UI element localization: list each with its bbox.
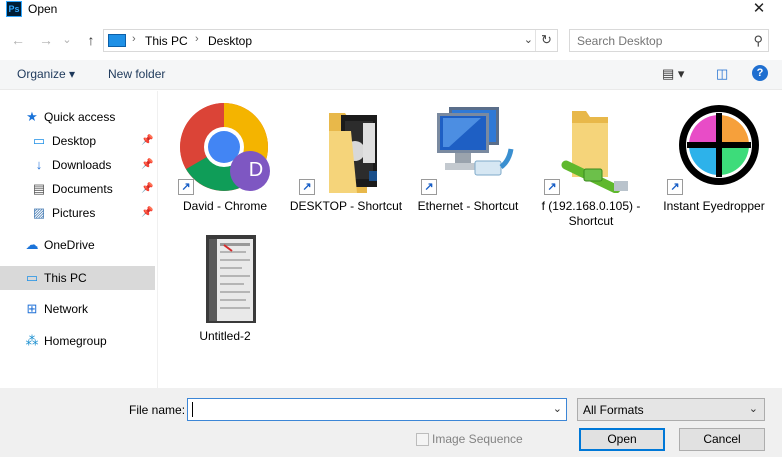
close-button[interactable]: ✕: [736, 0, 782, 20]
shortcut-arrow-icon: ↗: [421, 179, 437, 195]
file-name-input[interactable]: [188, 399, 543, 420]
cancel-button[interactable]: Cancel: [679, 428, 765, 451]
shortcut-arrow-icon: ↗: [178, 179, 194, 195]
file-name: Untitled-2: [199, 329, 251, 343]
star-icon: ★: [26, 109, 38, 124]
sidebar-item-label: Homegroup: [44, 334, 107, 348]
file-item-instant-eyedropper[interactable]: ↗ Instant Eyedropper: [655, 95, 773, 223]
file-name-field[interactable]: ⌄: [187, 398, 567, 421]
new-folder-button[interactable]: New folder: [108, 67, 165, 81]
avatar: D: [248, 159, 264, 181]
photoshop-icon: Ps: [6, 1, 22, 17]
window-title: Open: [28, 2, 58, 16]
dialog-footer: File name: ⌄ All Formats ⌄ Image Sequenc…: [0, 388, 782, 457]
file-name: Ethernet - Shortcut: [417, 199, 519, 213]
navigation-bar: ← → ⌄ ↑ › This PC › Desktop ⌄ ↻ ⚲: [0, 24, 782, 58]
file-name: f (192.168.0.105) - Shortcut: [541, 199, 641, 228]
file-item-desktop-shortcut[interactable]: ↗ DESKTOP - Shortcut: [287, 95, 405, 223]
sidebar-item-label: Pictures: [52, 206, 96, 220]
recent-locations-button[interactable]: ⌄: [60, 30, 74, 50]
sidebar-item-label: Network: [44, 302, 89, 316]
file-item-ethernet-shortcut[interactable]: ↗ Ethernet - Shortcut: [409, 95, 527, 223]
file-item-david-chrome[interactable]: D ↗ David - Chrome: [166, 95, 284, 223]
file-list: D ↗ David - Chrome ↗ DESKTOP - Shortcut: [159, 91, 782, 388]
shortcut-arrow-icon: ↗: [544, 179, 560, 195]
sidebar-item-label: This PC: [44, 271, 87, 285]
search-icon[interactable]: ⚲: [753, 33, 763, 49]
search-box[interactable]: ⚲: [569, 29, 769, 52]
navigation-pane: ★ Quick access ▭ Desktop 📌 ↓ Downloads 📌…: [0, 91, 158, 388]
pin-icon[interactable]: 📌: [141, 135, 153, 146]
sidebar-item-pictures[interactable]: ▨ Pictures 📌: [0, 201, 155, 225]
chevron-down-icon[interactable]: ⌄: [524, 33, 533, 46]
sidebar-item-label: Documents: [52, 182, 113, 196]
file-name: Instant Eyedropper: [663, 199, 765, 213]
search-input[interactable]: [570, 30, 745, 51]
command-toolbar: Organize ▾ New folder ▤ ▾ ◫ ?: [0, 60, 782, 90]
sidebar-item-label: OneDrive: [44, 238, 95, 252]
download-icon: ↓: [35, 157, 43, 172]
file-format-select[interactable]: All Formats ⌄: [577, 398, 765, 421]
chevron-down-icon: ⌄: [748, 403, 758, 415]
preview-pane-icon[interactable]: ◫: [716, 66, 728, 82]
desktop-icon: ▭: [32, 133, 46, 148]
organize-button[interactable]: Organize ▾: [17, 67, 75, 81]
pin-icon[interactable]: 📌: [141, 159, 153, 170]
file-item-network-drive-shortcut[interactable]: ↗ f (192.168.0.105) - Shortcut: [532, 95, 650, 228]
sidebar-item-label: Desktop: [52, 134, 97, 148]
sidebar-item-onedrive[interactable]: ☁ OneDrive: [0, 233, 155, 257]
forward-button[interactable]: →: [36, 30, 56, 50]
image-sequence-label: Image Sequence: [432, 432, 523, 446]
pin-icon[interactable]: 📌: [141, 207, 153, 218]
sidebar-item-quick-access[interactable]: ★ Quick access: [0, 105, 155, 129]
sidebar-item-documents[interactable]: ▤ Documents 📌: [0, 177, 155, 201]
computer-icon: [108, 34, 126, 47]
title-bar: Ps Open ✕: [0, 0, 782, 20]
chevron-down-icon[interactable]: ⌄: [553, 402, 562, 415]
refresh-icon[interactable]: ↻: [535, 30, 557, 51]
image-sequence-checkbox[interactable]: [416, 433, 429, 446]
document-icon: ▤: [32, 181, 46, 196]
sidebar-item-desktop[interactable]: ▭ Desktop 📌: [0, 129, 155, 153]
file-name: DESKTOP - Shortcut: [289, 199, 403, 213]
file-name-label: File name:: [129, 403, 186, 417]
network-icon: ⊞: [26, 301, 38, 316]
computer-icon: ▭: [25, 270, 39, 285]
sidebar-item-this-pc[interactable]: ▭ This PC: [0, 266, 155, 290]
breadcrumb-separator: ›: [132, 33, 136, 45]
shortcut-arrow-icon: ↗: [299, 179, 315, 195]
sidebar-item-network[interactable]: ⊞ Network: [0, 297, 155, 321]
back-button[interactable]: ←: [8, 30, 28, 50]
file-format-value: All Formats: [583, 403, 644, 417]
document-thumbnail-icon: [206, 235, 256, 323]
shortcut-arrow-icon: ↗: [667, 179, 683, 195]
sidebar-item-downloads[interactable]: ↓ Downloads 📌: [0, 153, 155, 177]
sidebar-item-homegroup[interactable]: ⁂ Homegroup: [0, 329, 155, 353]
sidebar-item-label: Downloads: [52, 158, 112, 172]
pin-icon[interactable]: 📌: [141, 183, 153, 194]
text-cursor: [192, 402, 193, 417]
breadcrumb-separator: ›: [195, 33, 199, 45]
breadcrumb-desktop[interactable]: Desktop: [208, 34, 252, 48]
sidebar-item-label: Quick access: [44, 110, 116, 124]
cloud-icon: ☁: [25, 237, 39, 252]
file-name: David - Chrome: [182, 199, 268, 213]
file-item-untitled-2[interactable]: Untitled-2: [166, 225, 284, 353]
view-options-icon[interactable]: ▤ ▾: [662, 66, 684, 82]
breadcrumb-this-pc[interactable]: This PC: [145, 34, 188, 48]
address-bar[interactable]: › This PC › Desktop ⌄ ↻: [103, 29, 558, 52]
picture-icon: ▨: [32, 205, 46, 220]
up-button[interactable]: ↑: [81, 30, 101, 50]
help-icon[interactable]: ?: [752, 65, 768, 81]
homegroup-icon: ⁂: [25, 333, 39, 348]
open-button[interactable]: Open: [579, 428, 665, 451]
